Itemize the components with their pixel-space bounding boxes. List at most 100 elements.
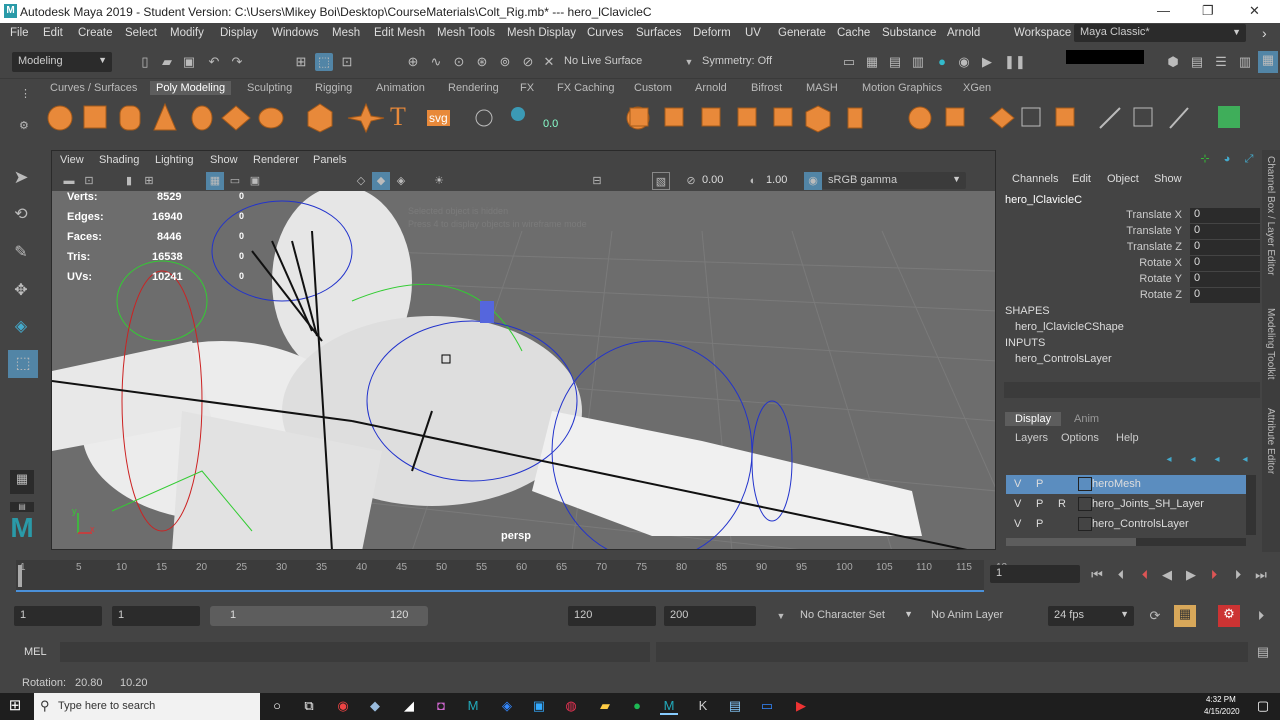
camera-based-icon[interactable] [475, 109, 493, 127]
smooth-shade-icon[interactable]: ◆ [372, 172, 390, 190]
bool-difference-icon[interactable] [737, 107, 757, 127]
mesh-tool-icon[interactable] [511, 107, 525, 121]
menu-surfaces[interactable]: Surfaces [636, 27, 681, 39]
cb-attr-rotate-y[interactable]: Rotate Y [1139, 273, 1182, 285]
menu-mesh[interactable]: Mesh [332, 27, 360, 39]
snap-plane-icon[interactable]: ⊛ [473, 53, 491, 71]
multi-cut-icon[interactable] [1021, 107, 1041, 127]
shelf-tab-bifrost[interactable]: Bifrost [751, 82, 782, 94]
mel-input[interactable] [60, 642, 650, 662]
camera-select-icon[interactable]: ▬ [60, 172, 78, 190]
step-forward-frame-icon[interactable]: ⏵ [1205, 566, 1223, 584]
channel-box-toggle-icon[interactable]: ⊹ [1196, 150, 1214, 168]
layer-visibility-toggle[interactable]: V [1014, 478, 1021, 490]
isolate-select-icon[interactable]: ⊟ [588, 172, 606, 190]
task-view-icon[interactable]: ⧉ [300, 697, 318, 715]
ipr-render-icon[interactable]: ▤ [886, 53, 904, 71]
maya-active-icon[interactable]: M [660, 697, 678, 715]
cb-attr-rotate-x[interactable]: Rotate X [1139, 257, 1182, 269]
camera-attributes-icon[interactable]: ⊡ [80, 172, 98, 190]
select-hierarchy-icon[interactable]: ⊞ [292, 53, 310, 71]
menu-modify[interactable]: Modify [170, 27, 204, 39]
snap-curve-icon[interactable]: ∿ [427, 53, 445, 71]
layer-visibility-toggle[interactable]: V [1014, 498, 1021, 510]
xray-icon[interactable]: ▧ [652, 172, 670, 190]
cb-attr-rotate-z[interactable]: Rotate Z [1140, 289, 1182, 301]
mel-label[interactable]: MEL [24, 646, 47, 658]
side-tab-channel-box[interactable]: Channel Box / Layer Editor [1265, 156, 1276, 276]
snap-surface-icon[interactable]: ⊚ [496, 53, 514, 71]
cb-attr-translate-x[interactable]: Translate X [1126, 209, 1182, 221]
range-slider[interactable]: 1 120 [210, 606, 428, 626]
shelf-tab-motion-graphics[interactable]: Motion Graphics [862, 82, 942, 94]
snap-grid-icon[interactable]: ⊕ [404, 53, 422, 71]
color-space-dropdown[interactable]: sRGB gamma ▼ [822, 172, 966, 189]
character-set-dropdown-icon[interactable]: ▼ [772, 607, 790, 625]
taskbar-time[interactable]: 4:32 PM [1206, 695, 1236, 704]
playback-end-field[interactable]: 120 [568, 606, 656, 626]
exposure-icon[interactable]: ⊘ [682, 172, 700, 190]
menu-file[interactable]: File [10, 27, 29, 39]
cb-value-rotate-z[interactable]: 0 [1190, 288, 1260, 303]
cb-divider[interactable] [1004, 382, 1260, 398]
shelf-settings-icon[interactable]: ⚙ [19, 119, 29, 132]
new-layer-icon[interactable]: ◂ [1208, 451, 1226, 469]
bookmark-icon[interactable]: ▮ [120, 172, 138, 190]
gamma-icon[interactable]: ◐ [744, 172, 762, 190]
wireframe-icon[interactable]: ◇ [352, 172, 370, 190]
anim-prefs-icon[interactable]: ⚙ [1218, 605, 1240, 627]
layer-row-heromesh[interactable]: V P heroMesh [1006, 475, 1246, 494]
sculpt-value-icon[interactable]: 0.0 [543, 118, 558, 130]
side-tab-attribute-editor[interactable]: Attribute Editor [1265, 408, 1276, 474]
vp-menu-lighting[interactable]: Lighting [155, 154, 194, 166]
go-to-end-icon[interactable]: ⏭ [1252, 566, 1270, 584]
cortana-icon[interactable]: ○ [268, 697, 286, 715]
maps-icon[interactable]: ◈ [498, 697, 516, 715]
render-view-icon[interactable]: ▭ [840, 53, 858, 71]
shelf-tab-custom[interactable]: Custom [634, 82, 672, 94]
lights-icon[interactable]: ☀ [430, 172, 448, 190]
script-editor-icon[interactable]: ▤ [1254, 643, 1272, 661]
layer-tab-display[interactable]: Display [1005, 412, 1062, 426]
shelf-tab-curves-surfaces[interactable]: Curves / Surfaces [50, 82, 137, 94]
poly-cube-icon[interactable] [83, 105, 107, 129]
extract-icon[interactable] [664, 107, 684, 127]
scroll-right-icon[interactable]: › [1262, 25, 1267, 41]
poly-disc-icon[interactable] [258, 107, 284, 129]
extrude-icon[interactable] [989, 107, 1015, 129]
chrome-icon[interactable]: ◉ [334, 697, 352, 715]
layer-color-swatch[interactable] [1078, 497, 1092, 511]
svg-icon[interactable]: svg [427, 110, 450, 126]
taskbar-search-box[interactable]: ⚲ Type here to search [34, 693, 260, 720]
cb-menu-show[interactable]: Show [1154, 173, 1182, 185]
shelf-tab-rendering[interactable]: Rendering [448, 82, 499, 94]
tool-settings-icon[interactable]: ☰ [1212, 53, 1230, 71]
character-set-field[interactable]: No Character Set ▼ [794, 606, 918, 626]
discord-icon[interactable]: ◘ [432, 697, 450, 715]
exposure-field[interactable]: 0.00 [702, 174, 744, 186]
outliner-icon[interactable]: ▥ [1236, 53, 1254, 71]
cb-attr-translate-z[interactable]: Translate Z [1127, 241, 1182, 253]
attribute-editor-icon[interactable]: ▤ [1188, 53, 1206, 71]
arnold-ipr-icon[interactable]: ▶ [978, 53, 996, 71]
scale-tool-icon[interactable]: ⬚ [8, 350, 38, 378]
shelf-tab-xgen[interactable]: XGen [963, 82, 991, 94]
poly-plane-icon[interactable] [221, 105, 251, 131]
render-frame-icon[interactable]: ▦ [863, 53, 881, 71]
maya-taskbar-icon[interactable]: M [464, 697, 482, 715]
epic-games-icon[interactable]: ◢ [400, 697, 418, 715]
playback-start-field[interactable]: 1 [112, 606, 200, 626]
go-to-start-icon[interactable]: ⏮ [1088, 566, 1106, 584]
minimize-icon[interactable]: — [1157, 3, 1170, 18]
cb-shape-name[interactable]: hero_lClavicleCShape [1015, 321, 1124, 333]
layout-four-icon[interactable]: ▦ [10, 470, 34, 494]
menu-substance[interactable]: Substance [882, 27, 936, 39]
play-backwards-icon[interactable]: ◀ [1158, 566, 1176, 584]
arnold-render-icon[interactable]: ◉ [955, 53, 973, 71]
render-settings-icon[interactable]: ▥ [909, 53, 927, 71]
menu-generate[interactable]: Generate [778, 27, 826, 39]
symmetry-field[interactable]: Symmetry: Off [696, 52, 796, 72]
layer-playback-toggle[interactable]: P [1036, 518, 1043, 530]
type-icon[interactable]: T [390, 102, 406, 132]
viewport-panel[interactable]: View Shading Lighting Show Renderer Pane… [51, 150, 996, 550]
